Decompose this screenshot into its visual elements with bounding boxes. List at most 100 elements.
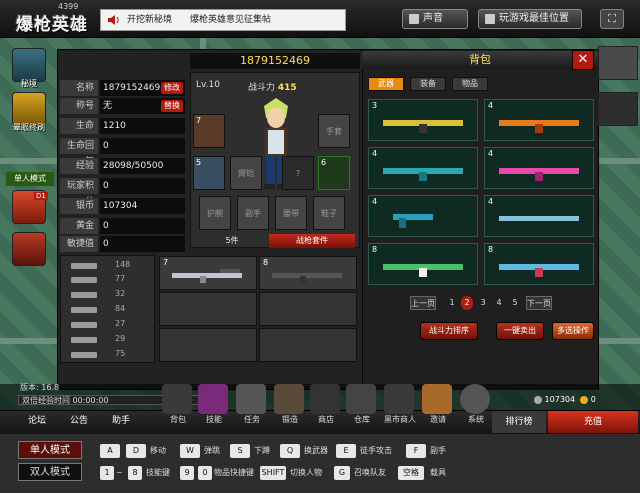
weapon-row: 75 bbox=[67, 349, 153, 361]
leaderboard-button[interactable]: 排行榜 bbox=[492, 411, 546, 433]
task-icon[interactable] bbox=[236, 384, 266, 414]
multi-select-button[interactable]: 多选操作 bbox=[552, 322, 594, 340]
bag-item[interactable]: 4 bbox=[368, 195, 478, 237]
notice-item-0[interactable]: 开挖新秘境 bbox=[127, 15, 172, 25]
weapon-slot-3[interactable] bbox=[159, 292, 257, 326]
notice-link[interactable]: 公告 bbox=[70, 413, 88, 429]
weapon-row: 29 bbox=[67, 334, 153, 346]
equip-slot-unknown[interactable]: ? bbox=[282, 156, 314, 190]
bag-item[interactable]: 3 bbox=[368, 99, 478, 141]
weapon-slot-1[interactable]: 7 bbox=[159, 256, 257, 290]
equip-slot-offhand[interactable]: 6 bbox=[318, 156, 350, 190]
weapon-slot-4[interactable] bbox=[259, 292, 357, 326]
item-number: 3 bbox=[372, 101, 378, 110]
stat-value: 0 bbox=[100, 236, 185, 252]
page-2[interactable]: 2 bbox=[461, 296, 473, 310]
stat-value: 0 bbox=[100, 138, 185, 154]
page-3[interactable]: 3 bbox=[477, 296, 489, 310]
slot-number: 8 bbox=[263, 258, 269, 267]
bag-item[interactable]: 8 bbox=[484, 243, 594, 285]
gold-value: 0 bbox=[590, 395, 596, 404]
bag-item[interactable]: 4 bbox=[484, 99, 594, 141]
shop-icon[interactable] bbox=[310, 384, 340, 414]
sell-all-button[interactable]: 一键卖出 bbox=[496, 322, 544, 340]
notice-item-1[interactable]: 爆枪英雄意见征集帖 bbox=[190, 15, 271, 25]
item-number: 4 bbox=[488, 197, 494, 206]
bag-icon[interactable] bbox=[162, 384, 192, 414]
close-button[interactable]: ✕ bbox=[572, 50, 594, 70]
rename-button[interactable]: 修改 bbox=[161, 82, 183, 94]
best-position-button[interactable]: 玩游戏最佳位置 bbox=[478, 9, 582, 29]
single-mode-button[interactable]: 单人模式 bbox=[18, 441, 82, 459]
menu-label: 商店 bbox=[318, 415, 334, 424]
game-icon bbox=[485, 14, 495, 24]
prev-page-button[interactable]: 上一页 bbox=[410, 296, 436, 310]
forge-icon[interactable] bbox=[274, 384, 304, 414]
player2-avatar[interactable] bbox=[12, 232, 46, 266]
rifle-icon bbox=[499, 264, 579, 277]
key-label: 技能键 bbox=[146, 468, 170, 477]
weapon-slot-6[interactable] bbox=[259, 328, 357, 362]
replace-title-button[interactable]: 替换 bbox=[161, 100, 183, 112]
bag-item[interactable]: 4 bbox=[368, 147, 478, 189]
key-label: 召唤队友 bbox=[354, 468, 386, 477]
weapon-value: 77 bbox=[115, 274, 126, 283]
bag-item[interactable]: 4 bbox=[484, 195, 594, 237]
rifle-icon bbox=[499, 120, 579, 133]
rifle-icon bbox=[499, 216, 579, 221]
storage-icon[interactable] bbox=[346, 384, 376, 414]
equip-slot-sub[interactable]: 副手 bbox=[237, 196, 269, 230]
next-page-button[interactable]: 下一页 bbox=[526, 296, 552, 310]
fullscreen-button[interactable]: ⛶ bbox=[600, 9, 624, 29]
double-mode-button[interactable]: 双人模式 bbox=[18, 463, 82, 481]
skill-icon[interactable] bbox=[198, 384, 228, 414]
key-f: F bbox=[406, 444, 426, 458]
logo-main: 爆枪英雄 bbox=[16, 15, 88, 35]
speaker-icon bbox=[108, 15, 119, 25]
key-s: S bbox=[230, 444, 250, 458]
right-feature-icon[interactable] bbox=[598, 46, 638, 80]
system-gear-icon[interactable] bbox=[460, 384, 490, 414]
recharge-button[interactable]: 充值 bbox=[548, 411, 638, 433]
equip-slot-gloves[interactable]: 手套 bbox=[318, 114, 350, 148]
page-4[interactable]: 4 bbox=[493, 296, 505, 310]
page-1[interactable]: 1 bbox=[446, 296, 458, 310]
equip-slot-armor[interactable]: 7 bbox=[193, 114, 225, 148]
equip-slot-pants[interactable]: 5 bbox=[193, 156, 225, 190]
trophy-icon[interactable] bbox=[12, 92, 46, 126]
double-exp-label: 双倍经验时间 bbox=[22, 396, 70, 405]
assistant-link[interactable]: 助手 bbox=[112, 413, 130, 429]
equip-slot-shoes[interactable]: 鞋子 bbox=[313, 196, 345, 230]
key-1: 1 bbox=[100, 466, 114, 480]
tab-equipment[interactable]: 装备 bbox=[410, 77, 446, 91]
version-label: 版本: 16.8 bbox=[20, 383, 60, 392]
rifle-icon bbox=[71, 263, 97, 269]
key-label: 切换人物 bbox=[290, 468, 322, 477]
equip-slot-armguard[interactable]: 臂铠 bbox=[230, 156, 262, 190]
rifle-icon bbox=[272, 273, 342, 283]
sort-power-button[interactable]: 战斗力排序 bbox=[420, 322, 478, 340]
invite-icon[interactable] bbox=[422, 384, 452, 414]
black-market-icon[interactable] bbox=[384, 384, 414, 414]
tab-items[interactable]: 物品 bbox=[452, 77, 488, 91]
tab-five-piece[interactable]: 5件 bbox=[195, 234, 269, 248]
forum-link[interactable]: 论坛 bbox=[28, 413, 46, 429]
weapon-slot-2[interactable]: 8 bbox=[259, 256, 357, 290]
weapon-slot-5[interactable] bbox=[159, 328, 257, 362]
right-feature-icon[interactable] bbox=[598, 92, 638, 126]
key-space: 空格 bbox=[398, 466, 424, 480]
key-shift: SHIFT bbox=[260, 466, 286, 480]
weapon-row: 84 bbox=[67, 304, 153, 316]
weapon-row: 148 bbox=[67, 260, 153, 272]
secret-realm-icon[interactable] bbox=[12, 48, 46, 82]
page-5[interactable]: 5 bbox=[509, 296, 521, 310]
equip-slot-wrist[interactable]: 护腕 bbox=[199, 196, 231, 230]
tab-weapons[interactable]: 武器 bbox=[368, 77, 404, 91]
bag-item[interactable]: 4 bbox=[484, 147, 594, 189]
bag-item[interactable]: 8 bbox=[368, 243, 478, 285]
equip-slot-belt[interactable]: 腰带 bbox=[275, 196, 307, 230]
player-name: 1879152469 bbox=[190, 53, 360, 69]
sound-button[interactable]: 声音 bbox=[402, 9, 468, 29]
tab-gun-suit[interactable]: 战枪套件 bbox=[269, 234, 355, 248]
key-label: 载具 bbox=[430, 468, 446, 477]
